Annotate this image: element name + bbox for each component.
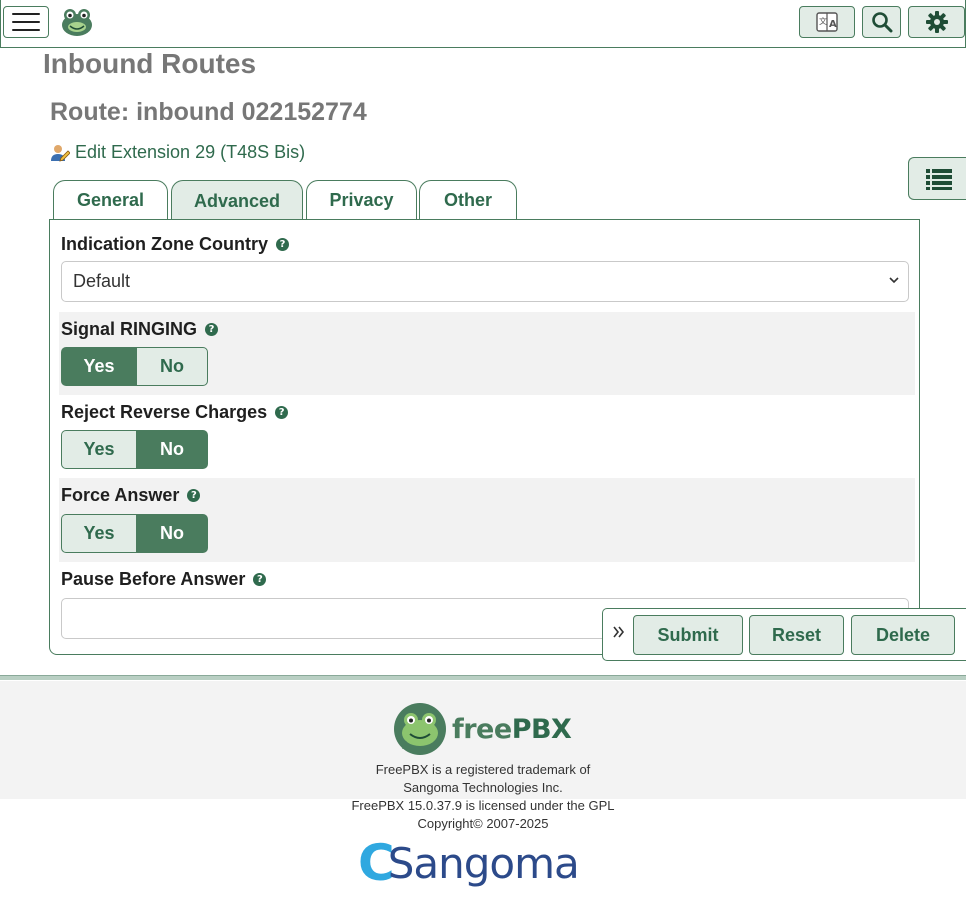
language-button[interactable]: 文 A bbox=[799, 6, 855, 38]
pause-before-answer-label-wrap: Pause Before Answer ? bbox=[61, 569, 267, 590]
sangoma-logo[interactable]: C Sangoma bbox=[358, 834, 580, 892]
reject-reverse-charges-row: Reject Reverse Charges ? Yes No bbox=[59, 395, 915, 478]
edit-extension-label: Edit Extension 29 (T48S Bis) bbox=[75, 142, 306, 162]
language-icon: 文 A bbox=[816, 12, 838, 32]
delete-button[interactable]: Delete bbox=[851, 615, 955, 655]
trademark-line-1: FreePBX is a registered trademark of bbox=[375, 762, 591, 777]
svg-text:A: A bbox=[829, 19, 837, 30]
top-navbar: 文 A bbox=[0, 0, 966, 48]
license-text: FreePBX 15.0.37.9 is licensed under the … bbox=[351, 798, 615, 813]
advanced-tab-panel: Indication Zone Country ? Default Signal… bbox=[49, 219, 920, 655]
freepbx-wordmark: freePBX bbox=[452, 713, 572, 745]
indication-zone-label: Indication Zone Country bbox=[61, 234, 268, 254]
help-icon[interactable]: ? bbox=[187, 489, 201, 502]
signal-ringing-yes[interactable]: Yes bbox=[61, 347, 136, 386]
svg-text:文: 文 bbox=[819, 16, 827, 26]
force-answer-yes[interactable]: Yes bbox=[61, 514, 136, 553]
reset-button[interactable]: Reset bbox=[749, 615, 844, 655]
submit-button[interactable]: Submit bbox=[633, 615, 743, 655]
force-answer-toggle: Yes No bbox=[61, 514, 208, 553]
reject-reverse-charges-label-wrap: Reject Reverse Charges ? bbox=[61, 402, 289, 423]
copyright-text: Copyright© 2007-2025 bbox=[417, 816, 549, 831]
search-icon bbox=[871, 12, 892, 33]
freepbx-wordmark-pbx: PBX bbox=[511, 713, 572, 745]
search-button[interactable] bbox=[862, 6, 901, 38]
reject-reverse-charges-no[interactable]: No bbox=[136, 430, 208, 469]
trademark-line-2: Sangoma Technologies Inc. bbox=[403, 780, 563, 795]
footer-divider bbox=[0, 675, 966, 680]
indication-zone-row: Indication Zone Country ? Default bbox=[59, 226, 915, 312]
hamburger-icon bbox=[12, 13, 40, 31]
force-answer-label: Force Answer bbox=[61, 485, 180, 505]
user-edit-icon bbox=[51, 144, 70, 162]
tab-advanced[interactable]: Advanced bbox=[171, 180, 303, 221]
help-icon[interactable]: ? bbox=[205, 323, 219, 336]
freepbx-wordmark-free: free bbox=[452, 713, 512, 745]
pause-before-answer-label: Pause Before Answer bbox=[61, 569, 246, 589]
double-chevron-right-icon[interactable] bbox=[612, 625, 626, 639]
help-icon[interactable]: ? bbox=[275, 406, 289, 419]
indication-zone-label-wrap: Indication Zone Country ? bbox=[61, 234, 289, 255]
gear-icon bbox=[925, 11, 948, 33]
route-list-toggle-button[interactable] bbox=[908, 157, 966, 200]
signal-ringing-label: Signal RINGING bbox=[61, 319, 198, 339]
reject-reverse-charges-toggle: Yes No bbox=[61, 430, 208, 469]
tab-other[interactable]: Other bbox=[419, 180, 517, 220]
page-title: Inbound Routes bbox=[43, 48, 257, 79]
force-answer-no[interactable]: No bbox=[136, 514, 208, 553]
floating-action-bar: Submit Reset Delete bbox=[602, 608, 966, 661]
reject-reverse-charges-yes[interactable]: Yes bbox=[61, 430, 136, 469]
list-icon bbox=[925, 168, 952, 190]
reject-reverse-charges-label: Reject Reverse Charges bbox=[61, 402, 268, 422]
edit-extension-link[interactable]: Edit Extension 29 (T48S Bis) bbox=[50, 142, 305, 163]
route-title: Route: inbound 022152774 bbox=[50, 98, 367, 126]
indication-zone-select[interactable]: Default bbox=[61, 261, 909, 302]
signal-ringing-row: Signal RINGING ? Yes No bbox=[59, 312, 915, 395]
force-answer-label-wrap: Force Answer ? bbox=[61, 485, 201, 506]
tab-privacy[interactable]: Privacy bbox=[306, 180, 417, 220]
freepbx-logo[interactable]: freePBX bbox=[392, 701, 572, 757]
help-icon[interactable]: ? bbox=[253, 573, 267, 586]
freepbx-frog-icon bbox=[394, 703, 446, 755]
settings-button[interactable] bbox=[908, 6, 965, 38]
signal-ringing-toggle: Yes No bbox=[61, 347, 208, 386]
indication-zone-value: Default bbox=[73, 271, 131, 291]
force-answer-row: Force Answer ? Yes No bbox=[59, 478, 915, 562]
frog-logo-icon[interactable] bbox=[59, 6, 95, 38]
chevron-down-icon bbox=[889, 277, 899, 284]
menu-button[interactable] bbox=[3, 6, 49, 38]
help-icon[interactable]: ? bbox=[276, 238, 289, 251]
sangoma-logo-text: Sangoma bbox=[387, 838, 580, 888]
signal-ringing-label-wrap: Signal RINGING ? bbox=[61, 319, 219, 340]
signal-ringing-no[interactable]: No bbox=[136, 347, 208, 386]
tab-general[interactable]: General bbox=[53, 180, 168, 220]
